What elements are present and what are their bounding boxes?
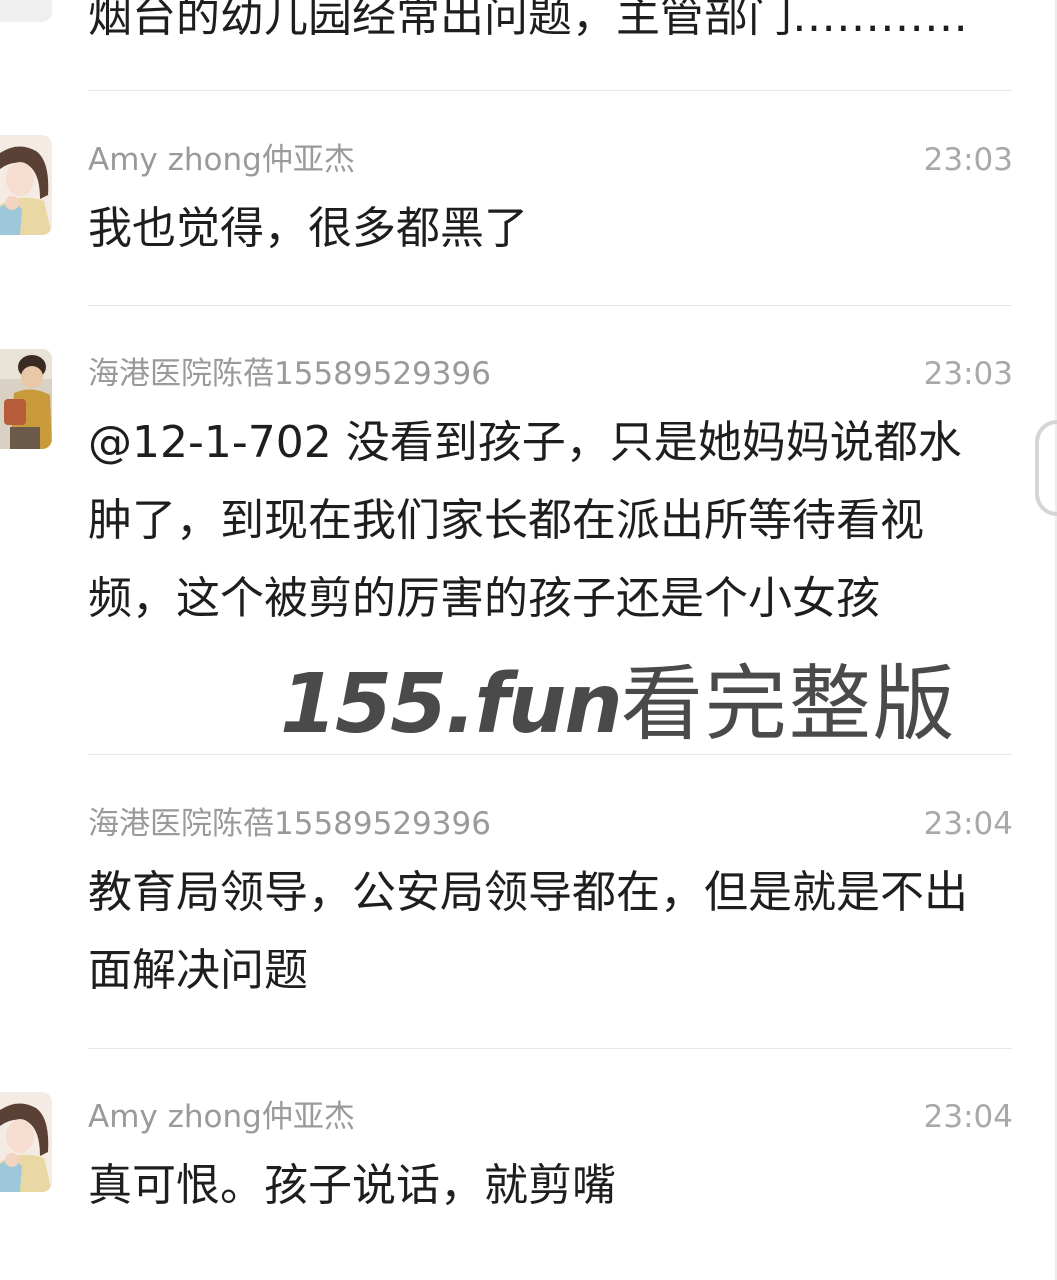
sender-name[interactable]: Amy zhong仲亚杰 <box>88 140 355 180</box>
chat-message: Amy zhong仲亚杰 23:03 我也觉得，很多都黑了 <box>0 135 1057 305</box>
message-divider <box>88 754 1012 755</box>
message-content: 我也觉得，很多都黑了 <box>88 203 528 254</box>
message-content: 教育局领导，公安局领导都在，但是就是不出面解决问题 <box>88 867 968 996</box>
sender-name[interactable]: 海港医院陈蓓15589529396 <box>88 804 491 844</box>
watermark-overlay: 155.fun看完整版 <box>280 655 957 755</box>
woman-hugging-child-avatar[interactable] <box>0 1092 52 1192</box>
message-divider <box>88 1048 1012 1049</box>
message-timestamp: 23:03 <box>923 356 1013 392</box>
woman-hugging-child-avatar[interactable] <box>0 135 52 235</box>
scroll-handle[interactable] <box>1035 420 1057 516</box>
message-content: 烟台的幼儿园经常出问题，主管部门………… <box>88 0 968 42</box>
chat-message: 海港医院陈蓓15589529396 23:04 教育局领导，公安局领导都在，但是… <box>0 800 1057 1048</box>
message-divider <box>88 305 1012 306</box>
boy-with-toy-avatar[interactable] <box>0 349 52 449</box>
message-timestamp: 23:03 <box>923 142 1013 178</box>
sender-name[interactable]: Amy zhong仲亚杰 <box>88 1097 355 1137</box>
message-content: 真可恨。孩子说话，就剪嘴 <box>88 1160 616 1211</box>
watermark-text: 看完整版 <box>620 657 957 752</box>
chat-message: Amy zhong仲亚杰 23:04 真可恨。孩子说话，就剪嘴 <box>0 1092 1057 1280</box>
message-content: @12-1-702 没看到孩子，只是她妈妈说都水肿了，到现在我们家长都在派出所等… <box>88 417 962 624</box>
message-timestamp: 23:04 <box>923 806 1013 842</box>
chat-message: 烟台的幼儿园经常出问题，主管部门………… <box>0 0 1057 90</box>
message-timestamp: 23:04 <box>923 1099 1013 1135</box>
message-divider <box>88 90 1012 91</box>
watermark-url: 155.fun <box>280 657 623 752</box>
sender-name[interactable]: 海港医院陈蓓15589529396 <box>88 354 491 394</box>
